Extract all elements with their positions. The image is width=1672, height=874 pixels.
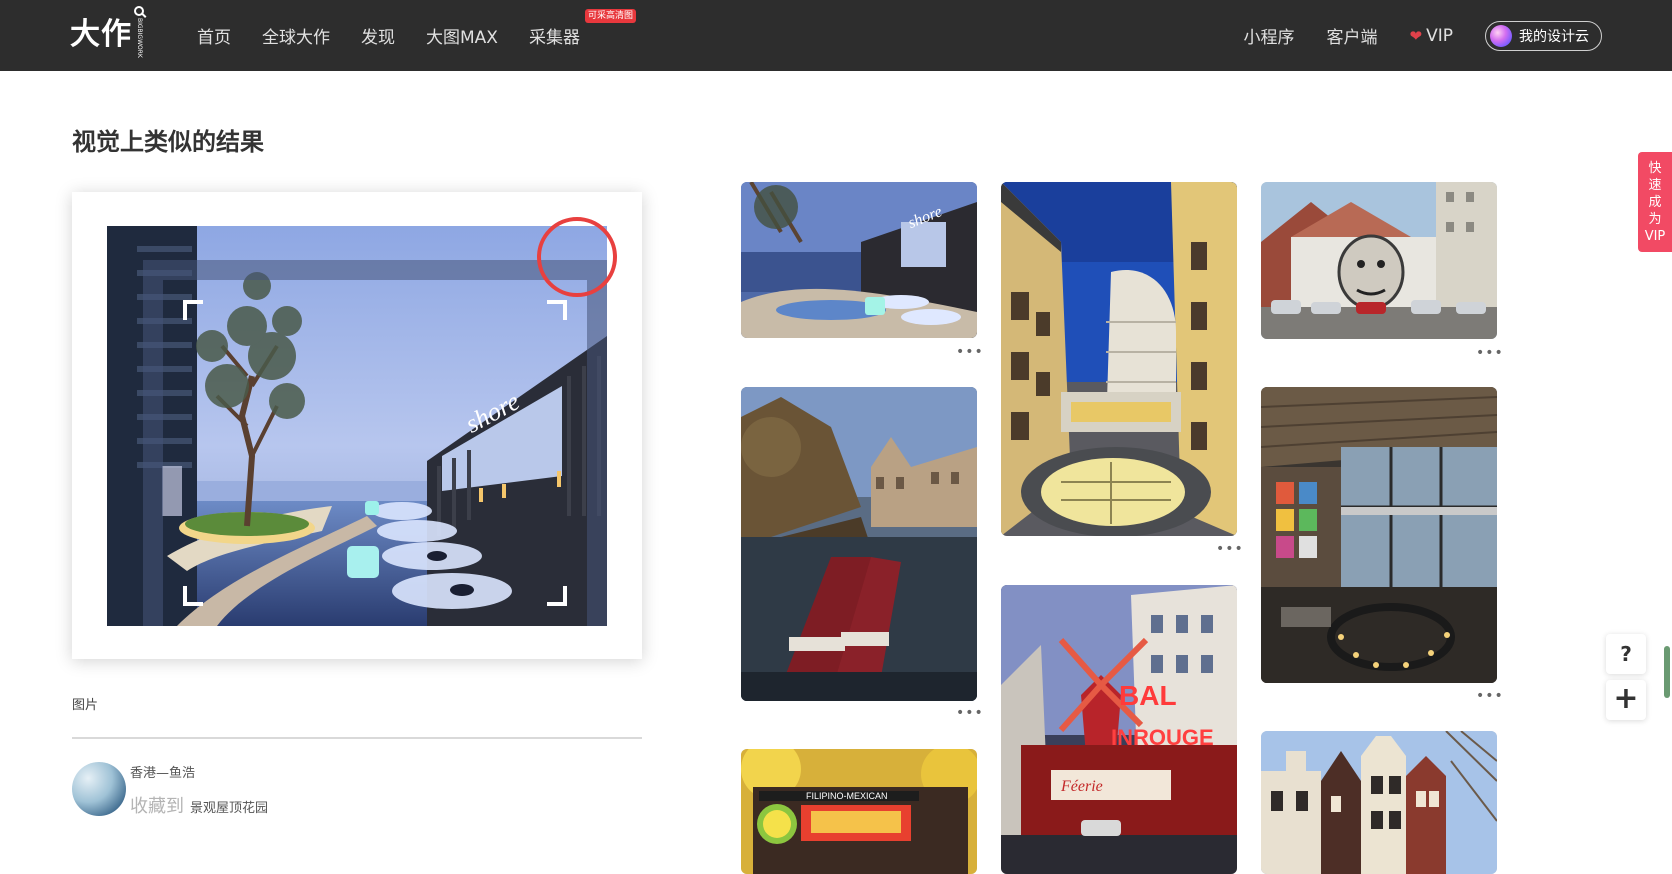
result-more-button[interactable]: ••• bbox=[1476, 346, 1503, 360]
collect-board-link[interactable]: 景观屋顶花园 bbox=[190, 797, 268, 816]
nav-big-image-max[interactable]: 大图MAX bbox=[426, 23, 498, 48]
collect-row: 收藏到 景观屋顶花园 bbox=[130, 792, 268, 818]
nav-discover[interactable]: 发现 bbox=[361, 23, 395, 48]
logo-magnifier-icon: BIGBIGWORK bbox=[134, 6, 144, 58]
svg-text:INROUGE: INROUGE bbox=[1111, 725, 1214, 750]
help-button[interactable]: ? bbox=[1606, 634, 1646, 674]
result-image-loft-interior[interactable] bbox=[1261, 387, 1497, 683]
site-logo[interactable]: 大作 BIGBIGWORK bbox=[70, 6, 144, 58]
add-button[interactable]: + bbox=[1606, 680, 1646, 720]
author-avatar[interactable] bbox=[72, 762, 126, 816]
nav-home[interactable]: 首页 bbox=[197, 23, 231, 48]
result-image-food-truck[interactable]: FILIPINO-MEXICAN bbox=[741, 749, 977, 874]
heart-icon: ❤ bbox=[1409, 26, 1423, 45]
logo-subtitle: BIGBIGWORK bbox=[136, 18, 143, 58]
nav-client[interactable]: 客户端 bbox=[1327, 23, 1378, 48]
nav-collector-label: 采集器 bbox=[528, 28, 580, 48]
source-image[interactable]: shore bbox=[107, 226, 607, 626]
svg-text:FILIPINO-MEXICAN: FILIPINO-MEXICAN bbox=[806, 791, 888, 801]
nav-vip[interactable]: ❤ VIP bbox=[1410, 26, 1453, 46]
vip-tab-char: 成 bbox=[1648, 195, 1662, 210]
become-vip-tab[interactable]: 快 速 成 为 VIP bbox=[1638, 152, 1672, 252]
result-more-button[interactable]: ••• bbox=[956, 706, 983, 720]
user-nav: 小程序 客户端 ❤ VIP 我的设计云 bbox=[1212, 0, 1602, 71]
result-image-courtyard[interactable] bbox=[1001, 182, 1237, 536]
top-navbar: 大作 BIGBIGWORK 首页 全球大作 发现 大图MAX 采集器 可采高清图… bbox=[0, 0, 1672, 71]
nav-mini-program[interactable]: 小程序 bbox=[1244, 23, 1295, 48]
svg-text:BAL: BAL bbox=[1119, 680, 1177, 711]
result-image-moulin-rouge[interactable]: BAL INROUGE Féerie bbox=[1001, 585, 1237, 874]
vip-tab-char: 快 bbox=[1648, 161, 1662, 176]
vip-tab-char: VIP bbox=[1644, 229, 1666, 244]
page-title: 视觉上类似的结果 bbox=[72, 128, 264, 156]
source-type-label: 图片 bbox=[72, 698, 99, 713]
nav-vip-label: VIP bbox=[1426, 25, 1453, 46]
result-more-button[interactable]: ••• bbox=[1216, 542, 1243, 556]
my-design-cloud-button[interactable]: 我的设计云 bbox=[1485, 20, 1602, 51]
divider bbox=[72, 737, 642, 739]
result-image-dutch-gables[interactable] bbox=[1261, 731, 1497, 874]
collect-label: 收藏到 bbox=[130, 796, 184, 817]
collector-badge: 可采高清图 bbox=[584, 9, 636, 23]
svg-text:Féerie: Féerie bbox=[1060, 778, 1103, 795]
vip-tab-char: 速 bbox=[1648, 178, 1662, 193]
logo-text: 大作 bbox=[70, 17, 132, 52]
result-image-canal-boats[interactable] bbox=[741, 387, 977, 701]
design-cloud-icon bbox=[1490, 24, 1512, 47]
source-image-card: shore bbox=[72, 192, 642, 659]
vip-tab-char: 为 bbox=[1648, 212, 1662, 227]
result-image-pool-terrace[interactable]: shore bbox=[741, 182, 977, 338]
result-more-button[interactable]: ••• bbox=[956, 345, 983, 359]
result-image-street-mural[interactable] bbox=[1261, 182, 1497, 339]
nav-collector[interactable]: 采集器 可采高清图 bbox=[528, 9, 636, 48]
main-nav: 首页 全球大作 发现 大图MAX 采集器 可采高清图 bbox=[197, 0, 636, 71]
result-more-button[interactable]: ••• bbox=[1476, 689, 1503, 703]
author-name[interactable]: 香港—鱼浩 bbox=[130, 762, 195, 781]
my-design-cloud-label: 我的设计云 bbox=[1519, 28, 1589, 45]
nav-global-works[interactable]: 全球大作 bbox=[262, 23, 330, 48]
scrollbar-thumb[interactable] bbox=[1664, 646, 1670, 698]
